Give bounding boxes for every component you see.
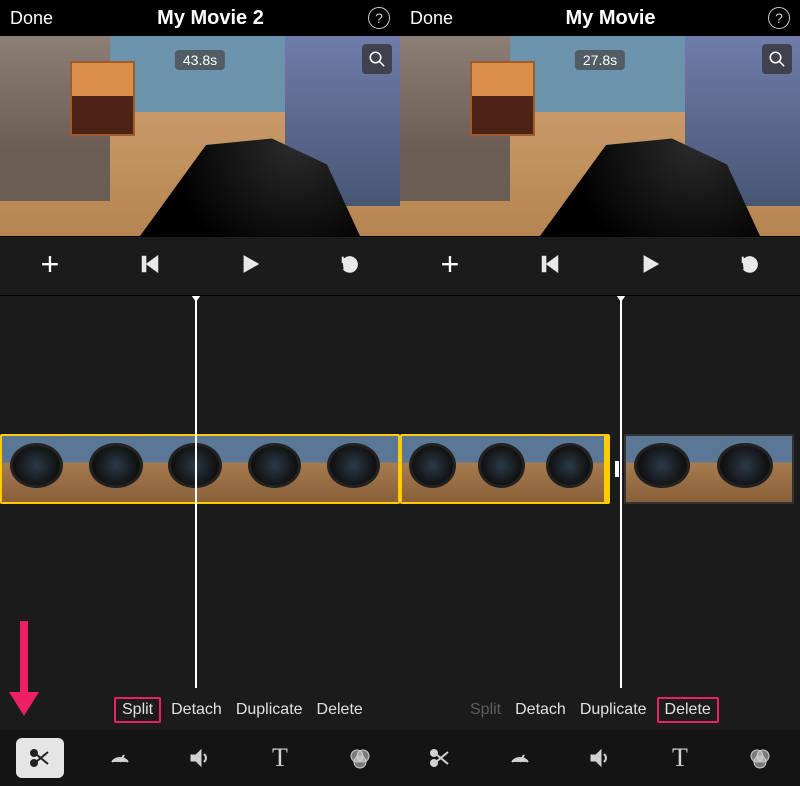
duplicate-action[interactable]: Duplicate [236,701,303,719]
transport-bar: + [0,236,400,296]
play-button[interactable] [630,253,670,280]
video-clip-1[interactable] [400,434,610,504]
video-clip-2[interactable] [624,434,794,504]
filters-icon[interactable] [336,738,384,778]
clip-edit-actions: Split Detach Duplicate Delete [0,690,400,730]
volume-icon[interactable] [176,738,224,778]
split-action[interactable]: Split [114,697,161,723]
skip-back-button[interactable] [130,253,170,280]
speed-icon[interactable] [96,738,144,778]
undo-button[interactable] [330,253,370,280]
zoom-icon[interactable] [762,44,792,74]
clip-edit-actions: Split Detach Duplicate Delete [400,690,800,730]
scene-window [70,61,135,136]
duplicate-action[interactable]: Duplicate [580,701,647,719]
text-icon[interactable]: T [256,738,304,778]
playhead[interactable] [620,296,622,688]
project-title: My Movie [566,7,656,30]
help-icon[interactable]: ? [768,7,790,29]
add-media-button[interactable]: + [30,246,70,283]
video-clip[interactable] [0,434,400,504]
play-button[interactable] [230,253,270,280]
detach-action[interactable]: Detach [515,701,566,719]
time-indicator: 43.8s [175,50,225,70]
scissors-icon[interactable] [16,738,64,778]
text-icon[interactable]: T [656,738,704,778]
header-bar: Done My Movie ? [400,0,800,36]
volume-icon[interactable] [576,738,624,778]
filters-icon[interactable] [736,738,784,778]
transport-bar: + [400,236,800,296]
add-media-button[interactable]: + [430,246,470,283]
done-button[interactable]: Done [410,8,453,29]
help-icon[interactable]: ? [368,7,390,29]
clip-strip[interactable] [0,434,400,504]
detach-action[interactable]: Detach [171,701,222,719]
speed-icon[interactable] [496,738,544,778]
video-preview[interactable]: 43.8s [0,36,400,236]
clip-strip[interactable] [400,434,794,504]
split-action: Split [470,701,501,719]
editor-pane-left: Done My Movie 2 ? 43.8s + [0,0,400,786]
time-indicator: 27.8s [575,50,625,70]
scissors-icon[interactable] [416,738,464,778]
zoom-icon[interactable] [362,44,392,74]
video-preview[interactable]: 27.8s [400,36,800,236]
done-button[interactable]: Done [10,8,53,29]
timeline[interactable] [400,296,800,690]
undo-button[interactable] [730,253,770,280]
scene-window [470,61,535,136]
playhead[interactable] [195,296,197,688]
delete-action[interactable]: Delete [657,697,719,723]
editor-pane-right: Done My Movie ? 27.8s + [400,0,800,786]
bottom-toolbar: T [0,730,400,786]
skip-back-button[interactable] [530,253,570,280]
project-title: My Movie 2 [157,7,264,30]
timeline[interactable] [0,296,400,690]
bottom-toolbar: T [400,730,800,786]
delete-action[interactable]: Delete [317,701,363,719]
header-bar: Done My Movie 2 ? [0,0,400,36]
